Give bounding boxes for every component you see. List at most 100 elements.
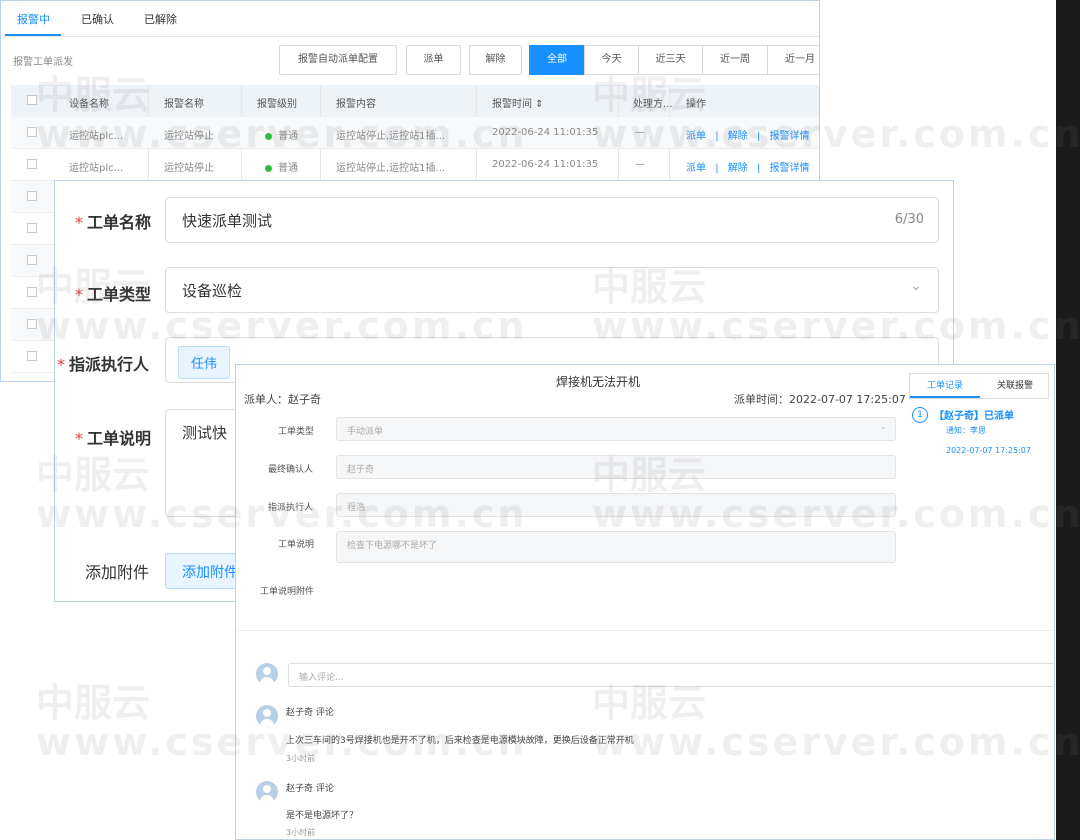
action-separator: | <box>715 131 719 142</box>
chevron-down-icon: ⌄ <box>879 422 887 432</box>
assignee-tag[interactable]: 任伟 <box>178 346 231 379</box>
detail-title: 焊接机无法开机 <box>555 375 640 389</box>
tab-alarming[interactable]: 报警中 <box>17 11 50 27</box>
tab-cleared[interactable]: 已解除 <box>144 11 177 27</box>
row-detail-link[interactable]: 报警详情 <box>770 163 810 174</box>
row-checkbox[interactable] <box>27 319 37 329</box>
table-row[interactable]: 运控站plc... 运控站停止 普通 运控站停止,运控站1插... 2022-0… <box>11 149 819 181</box>
action-separator: | <box>756 131 761 142</box>
col-alarm-name: 报警名称 <box>164 99 204 110</box>
comment-text: 是不是电源坏了？ <box>286 811 359 821</box>
alarm-name: 运控站停止 <box>164 163 214 174</box>
divider <box>236 630 1054 631</box>
row-dispatch-link[interactable]: 派单 <box>686 163 706 174</box>
comment-text: 上次三车间的3号焊接机也是开不了机，后来检查是电源模块故障，更换后设备正常开机 <box>286 736 634 746</box>
final-confirmer-field: 赵子奇 <box>336 455 896 479</box>
dispatch-button[interactable]: 派单 <box>406 45 461 75</box>
description-label: * 工单说明 <box>75 429 152 448</box>
assignee-field: 程浩 <box>336 493 896 517</box>
row-checkbox[interactable] <box>27 255 37 265</box>
field-label: 最终确认人 <box>268 465 314 475</box>
range-month[interactable]: 近一月 <box>767 45 819 75</box>
comment-author: 赵子奇 评论 <box>286 708 334 718</box>
select-all-checkbox[interactable] <box>27 95 37 105</box>
order-name-input[interactable]: 快速派单测试 6/30 <box>165 197 939 243</box>
order-type-field: 手动派单 ⌄ <box>336 417 896 441</box>
table-row[interactable]: 运控站plc... 运控站停止 普通 运控站停止,运控站1插... 2022-0… <box>11 117 819 149</box>
watermark-text: 中服云 <box>36 681 151 725</box>
section-title: 报警工单派发 <box>13 57 73 68</box>
alarm-tabs: 报警中 已确认 已解除 <box>1 1 819 37</box>
col-actions: 操作 <box>686 99 706 110</box>
char-counter: 6/30 <box>894 212 924 227</box>
alarm-time: 2022-06-24 11:01:35 <box>492 159 599 170</box>
table-header: 设备名称 报警名称 报警级别 报警内容 报警时间 ⇕ 处理方... 操作 <box>11 85 819 117</box>
field-label: 工单类型 <box>278 427 315 437</box>
order-type-label: * 工单类型 <box>75 285 152 304</box>
order-name-label: * 工单名称 <box>75 213 152 232</box>
comment-time: 3小时前 <box>286 754 316 763</box>
auto-dispatch-config-button[interactable]: 报警自动派单配置 <box>279 45 397 75</box>
action-separator: | <box>715 163 719 174</box>
col-device: 设备名称 <box>69 99 109 110</box>
action-separator: | <box>756 163 761 174</box>
row-dismiss-link[interactable]: 解除 <box>728 131 748 142</box>
row-checkbox[interactable] <box>27 191 37 201</box>
alarm-content: 运控站停止,运控站1插... <box>336 131 446 142</box>
status-dot-icon <box>265 164 272 172</box>
status-dot-icon <box>265 132 272 140</box>
row-checkbox[interactable] <box>27 159 37 169</box>
avatar <box>256 705 278 727</box>
assignee-label: * 指派执行人 <box>57 355 150 374</box>
avatar <box>256 663 278 685</box>
tab-order-log[interactable]: 工单记录 <box>910 374 980 398</box>
row-actions: 派单 | 解除 | 报警详情 <box>686 127 810 142</box>
row-checkbox[interactable] <box>27 287 37 297</box>
col-level: 报警级别 <box>257 99 297 110</box>
row-checkbox[interactable] <box>27 351 37 361</box>
range-all[interactable]: 全部 <box>529 45 585 75</box>
dispatch-time: 派单时间：2022-07-07 17:25:07 <box>734 393 906 406</box>
row-checkbox[interactable] <box>27 223 37 233</box>
comment-time: 3小时前 <box>286 828 316 837</box>
description-field: 检查下电源哪不是坏了 <box>336 531 896 563</box>
col-time[interactable]: 报警时间 ⇕ <box>492 95 544 110</box>
chevron-down-icon: ⌄ <box>910 278 922 294</box>
alarm-level: 普通 <box>265 127 298 142</box>
screen-edge <box>1056 0 1080 840</box>
dismiss-button[interactable]: 解除 <box>469 45 522 75</box>
field-label: 工单说明 <box>278 540 315 550</box>
active-tab-indicator <box>5 34 61 36</box>
log-time: 2022-07-07 17:25:07 <box>946 446 1031 455</box>
detail-tabs: 工单记录 关联报警 <box>909 373 1049 399</box>
alarm-content: 运控站停止,运控站1插... <box>336 163 446 174</box>
alarm-time: 2022-06-24 11:01:35 <box>492 127 599 138</box>
avatar <box>256 781 278 803</box>
log-step-index: 1 <box>912 407 928 423</box>
row-actions: 派单 | 解除 | 报警详情 <box>686 159 810 174</box>
attachment-label: 添加附件 <box>85 563 150 582</box>
comment-input[interactable]: 输入评论... <box>288 663 1054 687</box>
field-label: 指派执行人 <box>268 503 314 513</box>
row-checkbox[interactable] <box>27 127 37 137</box>
device-name: 运控站plc... <box>69 131 124 142</box>
log-notify: 通知：李思 <box>946 426 986 435</box>
tab-confirmed[interactable]: 已确认 <box>81 11 114 27</box>
handler: — <box>635 159 645 170</box>
device-name: 运控站plc... <box>69 163 124 174</box>
col-content: 报警内容 <box>336 99 376 110</box>
handler: — <box>635 127 645 138</box>
dispatcher: 派单人：赵子奇 <box>244 393 321 406</box>
range-today[interactable]: 今天 <box>584 45 639 75</box>
alarm-name: 运控站停止 <box>164 131 214 142</box>
range-week[interactable]: 近一周 <box>702 45 768 75</box>
description-attachment-label: 工单说明附件 <box>260 587 315 597</box>
tab-related-alarms[interactable]: 关联报警 <box>980 374 1050 398</box>
range-3days[interactable]: 近三天 <box>638 45 703 75</box>
row-detail-link[interactable]: 报警详情 <box>770 131 810 142</box>
row-dispatch-link[interactable]: 派单 <box>686 131 706 142</box>
order-type-select[interactable]: 设备巡检 ⌄ <box>165 267 939 313</box>
row-dismiss-link[interactable]: 解除 <box>728 163 748 174</box>
log-title: 【赵子奇】已派单 <box>934 411 1014 422</box>
alarm-level: 普通 <box>265 159 298 174</box>
